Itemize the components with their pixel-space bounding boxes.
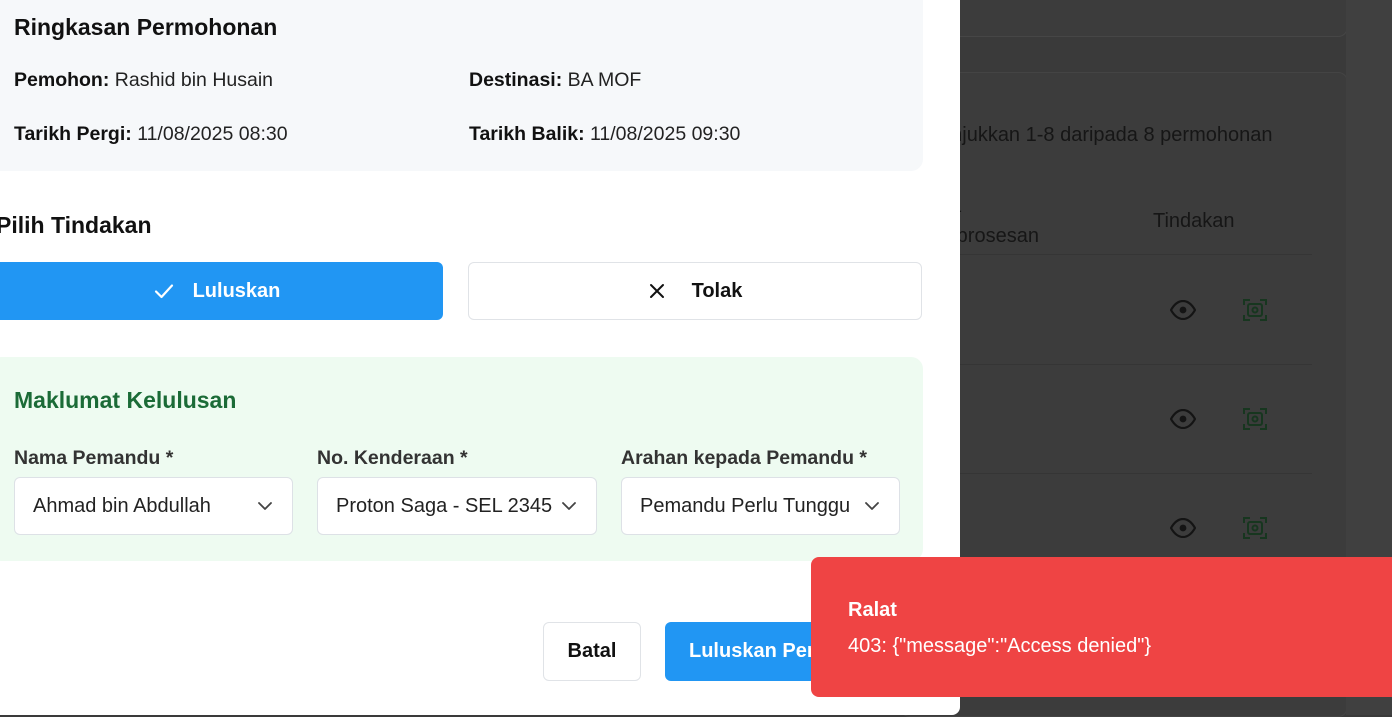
summary-title: Ringkasan Permohonan [14,14,278,40]
approval-details-section: Maklumat Kelulusan Nama Pemandu * Ahmad … [0,357,923,561]
application-summary: Ringkasan Permohonan Pemohon: Rashid bin… [0,0,923,171]
applicant-value: Rashid bin Husain [114,69,274,91]
view-eye-icon[interactable] [1170,518,1196,538]
destination-label: Destinasi: [469,69,563,91]
depart-date-label: Tarikh Pergi: [14,123,132,145]
applicant-label: Pemohon: [14,69,110,91]
approval-details-title: Maklumat Kelulusan [14,387,237,413]
reject-option-button[interactable]: Tolak [468,262,922,320]
view-eye-icon[interactable] [1170,300,1196,320]
vehicle-select-value: Proton Saga - SEL 2345 [336,494,553,517]
row-divider [940,473,1312,474]
chevron-down-icon [258,502,272,510]
chevron-down-icon [562,502,576,510]
driver-select[interactable]: Ahmad bin Abdullah [14,477,293,535]
row-divider [940,364,1312,365]
error-toast[interactable]: Ralat 403: {"message":"Access denied"} [811,557,1392,697]
destination-value: BA MOF [567,69,642,91]
pagination-summary: unjukkan 1-8 daripada 8 permohonan [940,124,1273,146]
toast-message: 403: {"message":"Access denied"} [848,635,1152,657]
approve-option-button[interactable]: Luluskan [0,262,443,320]
toast-title: Ralat [848,599,897,621]
instruction-select-value: Pemandu Perlu Tunggu [640,494,851,517]
instruction-select[interactable]: Pemandu Perlu Tunggu [621,477,900,535]
process-scan-icon[interactable] [1242,297,1268,323]
column-header-actions: Tindakan [1153,210,1235,232]
close-icon [649,284,664,298]
background-top-card [900,0,1348,37]
return-date-label: Tarikh Balik: [469,123,585,145]
applicant-field: Pemohon: Rashid bin Husain [14,69,273,92]
reject-option-label: Tolak [691,279,743,302]
process-scan-icon[interactable] [1242,515,1268,541]
driver-label: Nama Pemandu * [14,447,174,469]
vehicle-select[interactable]: Proton Saga - SEL 2345 [317,477,597,535]
view-eye-icon[interactable] [1170,409,1196,429]
destination-field: Destinasi: BA MOF [469,69,641,92]
chevron-down-icon [865,502,879,510]
check-icon [154,284,173,299]
choose-action-title: Pilih Tindakan [0,212,152,238]
depart-date-field: Tarikh Pergi: 11/08/2025 08:30 [14,123,288,146]
return-date-field: Tarikh Balik: 11/08/2025 09:30 [469,123,740,146]
depart-date-value: 11/08/2025 08:30 [137,123,288,145]
driver-select-value: Ahmad bin Abdullah [33,494,211,517]
process-scan-icon[interactable] [1242,406,1268,432]
approve-option-label: Luluskan [192,279,281,302]
cancel-button[interactable]: Batal [543,622,641,681]
row-divider [940,254,1312,255]
instruction-label: Arahan kepada Pemandu * [621,447,867,469]
vehicle-label: No. Kenderaan * [317,447,468,469]
return-date-value: 11/08/2025 09:30 [590,123,741,145]
